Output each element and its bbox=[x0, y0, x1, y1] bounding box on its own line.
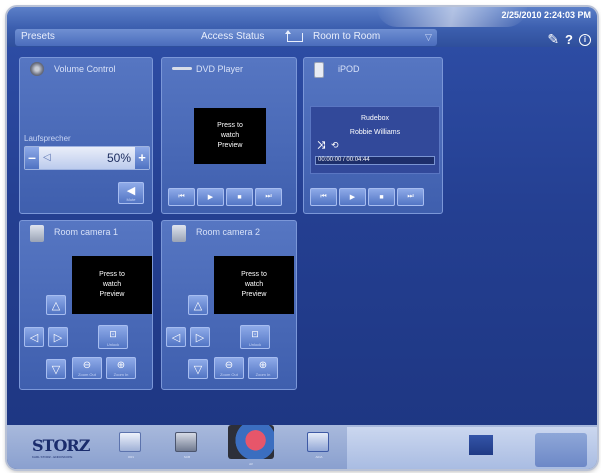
pan-right-button[interactable]: ▷ bbox=[190, 327, 210, 347]
play-button[interactable]: ▶ bbox=[197, 188, 224, 206]
previous-button[interactable]: ⏮ bbox=[310, 188, 337, 206]
next-button[interactable]: ⏭ bbox=[255, 188, 282, 206]
dvd-transport: ⏮ ▶ ■ ⏭ bbox=[168, 188, 282, 206]
speaker-icon bbox=[30, 62, 44, 76]
av-icon bbox=[228, 425, 274, 459]
storz-tagline: KARL STORZ - ENDOSKOPE bbox=[32, 455, 73, 459]
ipod-panel: iPOD Rudebox Robbie Williams ⤨ ⟲ 00:00:0… bbox=[303, 57, 443, 214]
panel-title: DVD Player bbox=[196, 64, 244, 74]
or1-icon bbox=[119, 432, 141, 452]
dvd-player-panel: DVD Player Press to watch Preview ⏮ ▶ ■ … bbox=[161, 57, 297, 214]
mute-button[interactable]: ◀ Mute bbox=[118, 182, 144, 204]
volume-control-panel: Volume Control Laufsprecher – ◁ 50% + ◀ … bbox=[19, 57, 153, 214]
ipod-icon bbox=[314, 62, 324, 78]
datetime: 2/25/2010 2:24:03 PM bbox=[501, 10, 591, 20]
play-button[interactable]: ▶ bbox=[339, 188, 366, 206]
dock-item-label: OR1 bbox=[127, 455, 135, 459]
dvd-icon bbox=[172, 67, 192, 70]
zoom-in-button[interactable]: ⊕ Zoom In bbox=[248, 357, 278, 379]
camera-icon bbox=[172, 225, 186, 242]
zoom-in-icon: ⊕ bbox=[258, 360, 268, 371]
zoom-in-icon: ⊕ bbox=[116, 360, 126, 371]
mute-icon: ◀ bbox=[126, 185, 136, 197]
lock-icon: ⊡ bbox=[109, 329, 117, 339]
dock-item-or1[interactable]: OR1 bbox=[119, 432, 143, 460]
tilt-up-button[interactable]: △ bbox=[46, 295, 66, 315]
panel-title: Volume Control bbox=[54, 64, 116, 74]
unlock-button[interactable]: ⊡ Unlock bbox=[98, 325, 128, 349]
previous-button[interactable]: ⏮ bbox=[168, 188, 195, 206]
panel-title: Room camera 1 bbox=[54, 227, 119, 237]
zoom-out-icon: ⊖ bbox=[82, 360, 92, 371]
dock-item-aida[interactable]: AIDA bbox=[307, 432, 331, 460]
top-bar: 2/25/2010 2:24:03 PM Presets Access Stat… bbox=[7, 7, 597, 47]
pan-left-button[interactable]: ◁ bbox=[24, 327, 44, 347]
next-button[interactable]: ⏭ bbox=[397, 188, 424, 206]
volume-up-button[interactable]: + bbox=[135, 147, 149, 169]
shuffle-icon[interactable]: ⤨ bbox=[317, 140, 325, 151]
tilt-up-button[interactable]: △ bbox=[188, 295, 208, 315]
repeat-icon[interactable]: ⟲ bbox=[331, 140, 339, 151]
info-icon[interactable]: i bbox=[579, 33, 591, 46]
zoom-in-label: Zoom In bbox=[255, 372, 271, 377]
zoom-out-button[interactable]: ⊖ Zoom Out bbox=[72, 357, 102, 379]
volume-value: 50% bbox=[106, 151, 131, 165]
track-title: Rudebox bbox=[360, 115, 390, 122]
swap-icon[interactable] bbox=[285, 30, 303, 42]
panel-title: Room camera 2 bbox=[196, 227, 261, 237]
help-icon[interactable]: ? bbox=[565, 32, 573, 47]
volume-slider[interactable]: – ◁ 50% + bbox=[24, 146, 150, 170]
tab-room-to-room[interactable]: Room to Room bbox=[313, 31, 380, 42]
volume-speaker-icon: ◁ bbox=[43, 152, 51, 163]
panel-title: iPOD bbox=[338, 64, 360, 74]
unlock-label: Unlock bbox=[106, 342, 120, 347]
camera-2-preview[interactable]: Press to watch Preview bbox=[214, 256, 294, 314]
zoom-in-button[interactable]: ⊕ Zoom In bbox=[106, 357, 136, 379]
camera-icon bbox=[30, 225, 44, 242]
tab-bar: Presets Access Status Room to Room ▽ bbox=[15, 29, 437, 46]
now-playing: Rudebox Robbie Williams ⤨ ⟲ 00:00:00 / 0… bbox=[310, 106, 440, 174]
output-label: Laufsprecher bbox=[24, 134, 71, 143]
ipod-transport: ⏮ ▶ ■ ⏭ bbox=[310, 188, 424, 206]
zoom-out-icon: ⊖ bbox=[224, 360, 234, 371]
room-camera-1-panel: Room camera 1 Press to watch Preview △ ◁… bbox=[19, 220, 153, 390]
zoom-out-label: Zoom Out bbox=[78, 372, 96, 377]
track-time: 00:00:00 / 00:04:44 bbox=[315, 156, 435, 165]
dvd-preview[interactable]: Press to watch Preview bbox=[194, 108, 266, 164]
zoom-in-label: Zoom In bbox=[113, 372, 129, 377]
top-icons: ✎ ? i bbox=[547, 31, 591, 48]
bottom-dock: STORZ KARL STORZ - ENDOSKOPE OR1 SCB AV … bbox=[7, 425, 597, 469]
track-artist: Robbie Williams bbox=[349, 129, 401, 136]
pan-left-button[interactable]: ◁ bbox=[166, 327, 186, 347]
app-window: 2/25/2010 2:24:03 PM Presets Access Stat… bbox=[7, 7, 597, 469]
dock-item-scb[interactable]: SCB bbox=[175, 432, 199, 460]
room-overview-icon[interactable] bbox=[469, 435, 493, 455]
scb-icon bbox=[175, 432, 197, 452]
tilt-down-button[interactable]: ▽ bbox=[188, 359, 208, 379]
room-camera-2-panel: Room camera 2 Press to watch Preview △ ◁… bbox=[161, 220, 297, 390]
chevron-down-icon[interactable]: ▽ bbox=[425, 32, 432, 43]
room-layout-icon[interactable] bbox=[535, 433, 587, 467]
volume-down-button[interactable]: – bbox=[25, 147, 39, 169]
lock-icon: ⊡ bbox=[251, 329, 259, 339]
dock-item-label: SCB bbox=[183, 455, 191, 459]
stop-button[interactable]: ■ bbox=[368, 188, 395, 206]
dock-item-av[interactable]: AV bbox=[225, 423, 277, 469]
aida-icon bbox=[307, 432, 329, 452]
dock-item-label: AV bbox=[249, 462, 253, 466]
dock-item-label: AIDA bbox=[315, 455, 323, 459]
storz-logo: STORZ bbox=[32, 436, 90, 455]
zoom-out-label: Zoom Out bbox=[220, 372, 238, 377]
camera-1-preview[interactable]: Press to watch Preview bbox=[72, 256, 152, 314]
wrench-icon[interactable]: ✎ bbox=[547, 31, 559, 48]
stop-button[interactable]: ■ bbox=[226, 188, 253, 206]
unlock-label: Unlock bbox=[248, 342, 262, 347]
tab-presets[interactable]: Presets bbox=[21, 31, 55, 42]
tab-access-status[interactable]: Access Status bbox=[201, 31, 264, 42]
pan-right-button[interactable]: ▷ bbox=[48, 327, 68, 347]
zoom-out-button[interactable]: ⊖ Zoom Out bbox=[214, 357, 244, 379]
tilt-down-button[interactable]: ▽ bbox=[46, 359, 66, 379]
unlock-button[interactable]: ⊡ Unlock bbox=[240, 325, 270, 349]
mute-label: Mute bbox=[126, 197, 136, 202]
